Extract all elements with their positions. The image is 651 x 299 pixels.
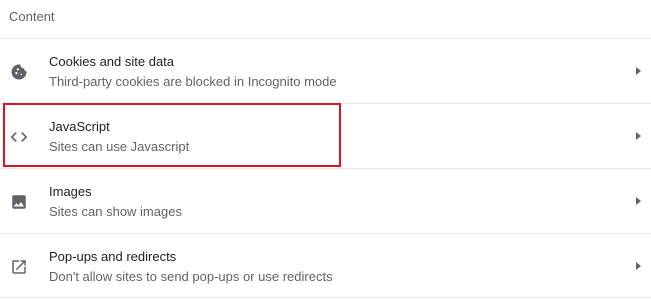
row-subtitle: Sites can use Javascript — [49, 139, 190, 154]
settings-row-images[interactable]: Images Sites can show images — [0, 168, 651, 233]
row-subtitle: Sites can show images — [49, 204, 182, 219]
row-subtitle: Third-party cookies are blocked in Incog… — [49, 74, 337, 89]
settings-row-popups[interactable]: Pop-ups and redirects Don't allow sites … — [0, 233, 651, 298]
row-subtitle: Don't allow sites to send pop-ups or use… — [49, 269, 333, 284]
settings-row-cookies[interactable]: Cookies and site data Third-party cookie… — [0, 38, 651, 103]
row-texts: JavaScript Sites can use Javascript — [49, 119, 189, 155]
row-texts: Cookies and site data Third-party cookie… — [49, 54, 337, 90]
image-icon — [9, 192, 29, 212]
code-icon — [9, 127, 29, 147]
cookie-icon — [9, 62, 29, 82]
row-title: Cookies and site data — [49, 54, 175, 69]
row-texts: Images Sites can show images — [49, 184, 182, 220]
content-settings-section: Content Cookies and site data Third-part… — [0, 0, 651, 299]
chevron-right-icon — [636, 132, 641, 140]
open-in-new-icon — [9, 257, 29, 277]
row-title: Images — [49, 184, 92, 199]
chevron-right-icon — [636, 262, 641, 270]
row-title: JavaScript — [49, 119, 110, 134]
section-title: Content — [9, 9, 55, 24]
chevron-right-icon — [636, 67, 641, 75]
chevron-right-icon — [636, 197, 641, 205]
row-texts: Pop-ups and redirects Don't allow sites … — [49, 249, 333, 285]
content-settings-list: Cookies and site data Third-party cookie… — [0, 38, 651, 298]
row-title: Pop-ups and redirects — [49, 249, 177, 264]
settings-row-javascript[interactable]: JavaScript Sites can use Javascript — [0, 103, 651, 168]
